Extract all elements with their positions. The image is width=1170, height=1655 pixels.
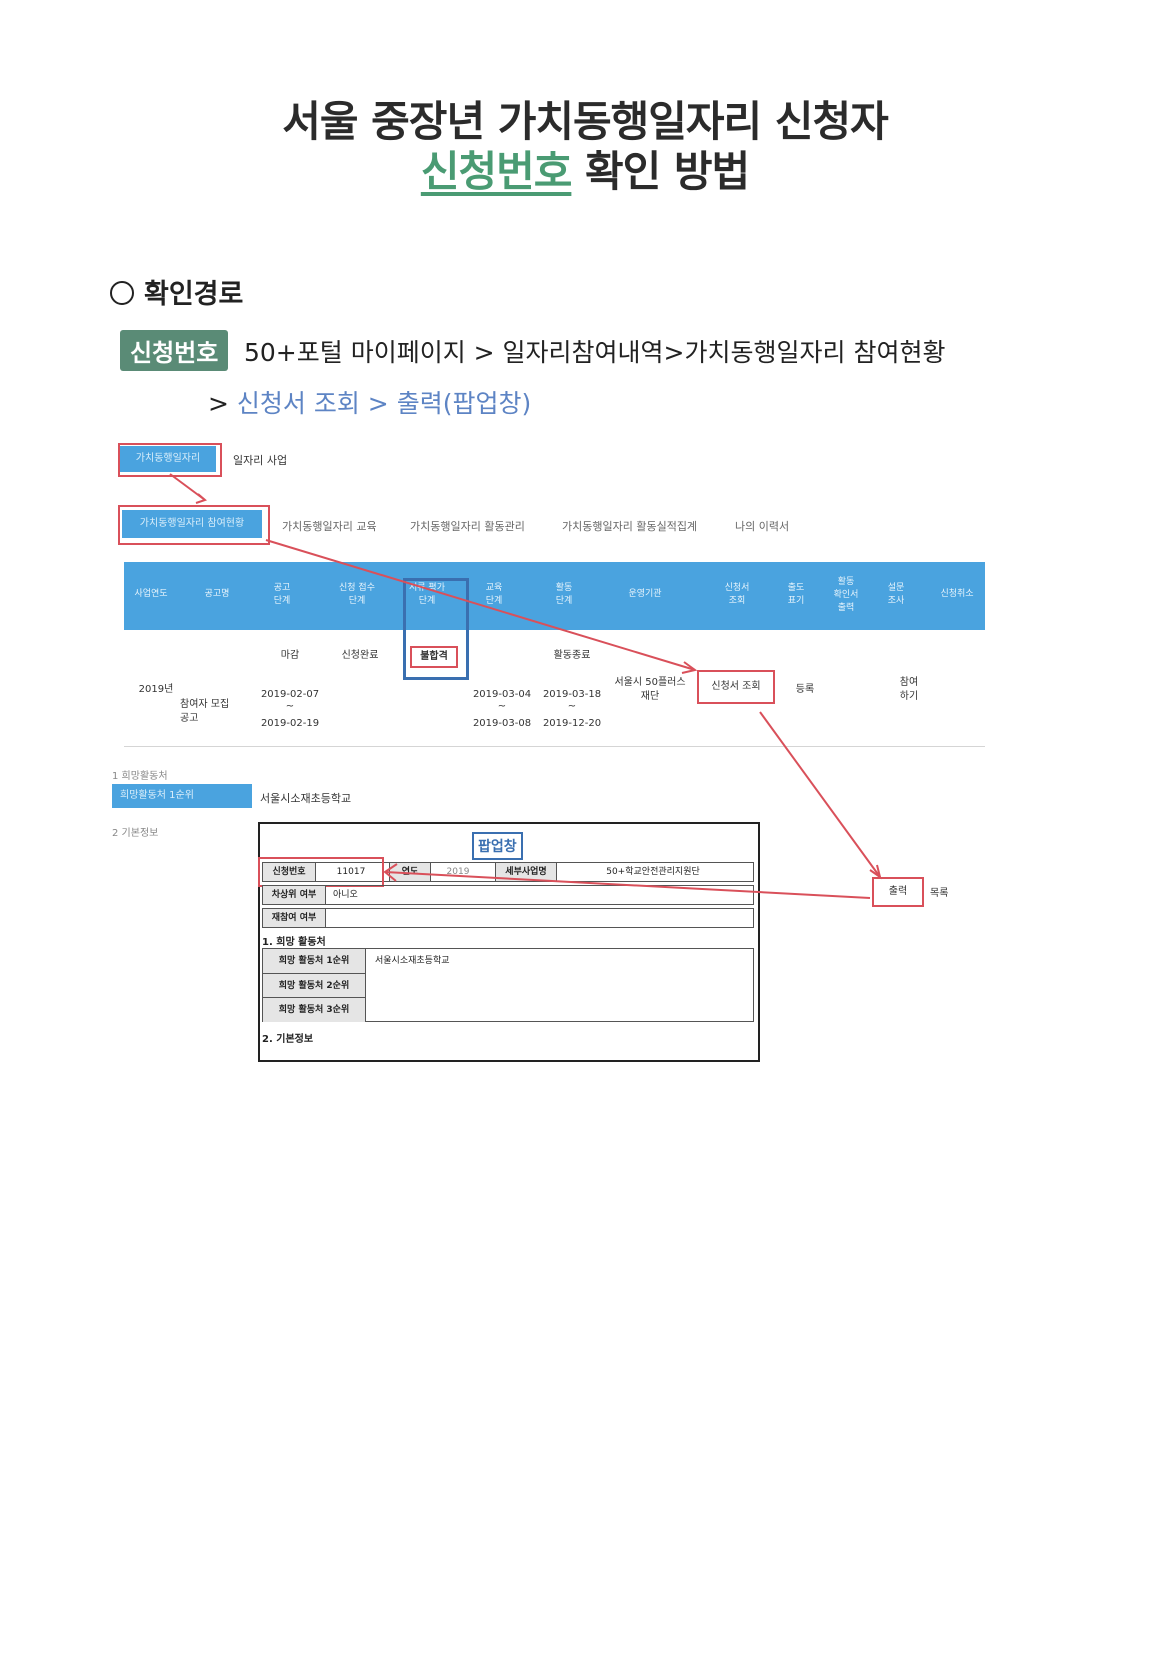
arrow-print-to-appno [384,871,871,899]
arrow-tab-to-view [265,539,696,671]
annotation-arrows [169,473,882,899]
arrow-view-to-print [759,711,881,878]
